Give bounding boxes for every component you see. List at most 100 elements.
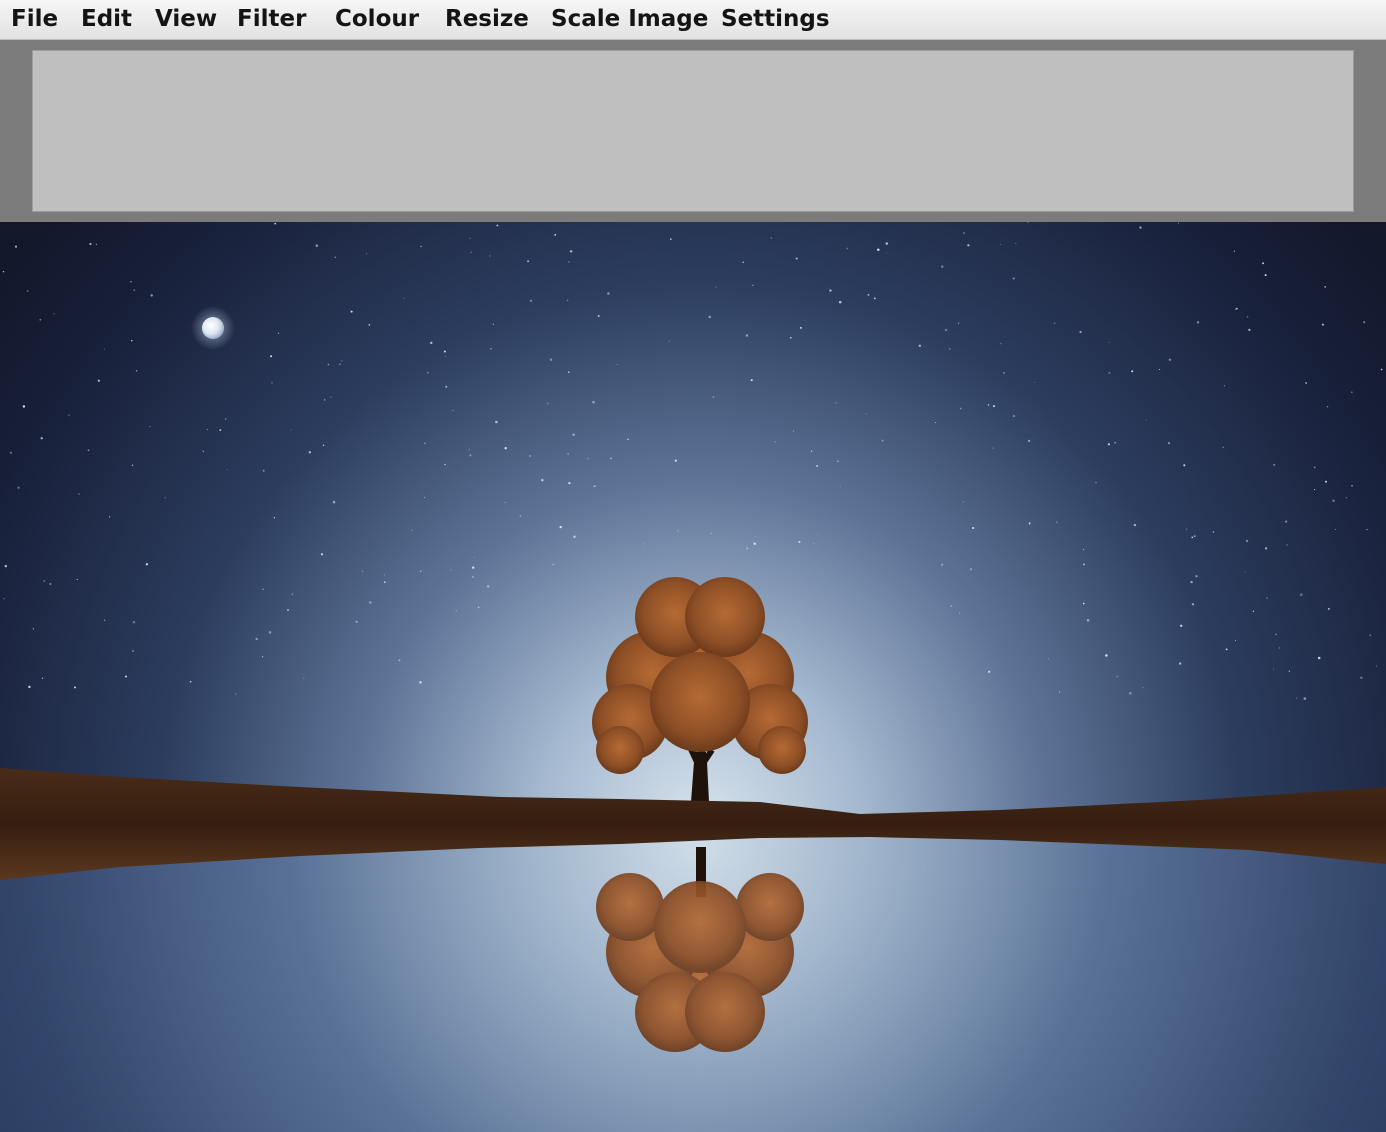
star	[798, 540, 801, 543]
star	[362, 570, 364, 572]
star	[770, 237, 772, 239]
star	[644, 543, 646, 545]
star	[1056, 521, 1058, 523]
menu-view[interactable]: View	[155, 5, 217, 33]
menu-edit[interactable]: Edit	[81, 5, 132, 33]
menu-settings[interactable]: Settings	[721, 5, 830, 33]
star	[339, 363, 341, 366]
star	[477, 606, 480, 609]
star	[1082, 548, 1085, 551]
star	[303, 677, 305, 679]
menu-colour[interactable]: Colour	[335, 5, 419, 33]
star	[549, 358, 553, 361]
star	[610, 457, 612, 460]
star	[816, 464, 819, 468]
star	[76, 578, 78, 580]
star	[712, 396, 715, 398]
star	[1317, 656, 1321, 660]
star	[1086, 619, 1090, 622]
star	[383, 574, 385, 576]
star	[39, 318, 42, 321]
star	[1266, 597, 1268, 599]
star	[1335, 529, 1336, 530]
star	[334, 256, 336, 259]
star	[1350, 391, 1353, 394]
star	[423, 496, 426, 499]
star	[262, 469, 265, 472]
star	[992, 447, 994, 449]
menu-resize[interactable]: Resize	[445, 5, 529, 33]
star	[368, 324, 371, 326]
star	[403, 298, 405, 299]
star	[471, 576, 474, 579]
star	[419, 681, 422, 684]
star	[1108, 342, 1110, 343]
star	[53, 313, 55, 315]
star	[567, 371, 570, 374]
star	[262, 588, 264, 590]
star	[1186, 528, 1188, 530]
star	[219, 429, 222, 432]
star	[1012, 414, 1016, 418]
star	[1351, 484, 1353, 487]
star	[150, 294, 153, 297]
star	[569, 250, 573, 253]
star	[1048, 658, 1049, 660]
star	[1246, 316, 1249, 318]
star	[73, 686, 77, 689]
star	[1286, 544, 1288, 546]
star	[1360, 676, 1363, 679]
star	[567, 453, 569, 455]
star	[1107, 443, 1110, 446]
star	[97, 379, 100, 382]
star	[573, 535, 576, 539]
star	[469, 237, 471, 240]
star	[1015, 242, 1017, 244]
star	[1193, 535, 1196, 538]
star	[14, 245, 18, 248]
star	[829, 289, 832, 292]
star	[547, 402, 549, 404]
star	[1273, 463, 1276, 466]
menu-scale-image[interactable]: Scale Image	[551, 5, 708, 33]
star	[1145, 419, 1147, 421]
star	[566, 299, 569, 302]
star	[958, 612, 961, 614]
star	[1027, 439, 1031, 443]
star	[1244, 571, 1246, 573]
star	[145, 563, 149, 566]
star	[877, 248, 880, 252]
star	[471, 566, 475, 569]
star	[1082, 602, 1085, 605]
star	[411, 529, 413, 531]
star	[1142, 687, 1144, 689]
star	[967, 244, 970, 247]
star	[4, 564, 8, 568]
star	[1222, 446, 1224, 448]
star	[355, 620, 358, 624]
star	[225, 418, 227, 420]
star	[444, 463, 446, 466]
star	[835, 402, 837, 404]
star	[799, 326, 802, 329]
star	[332, 500, 336, 504]
star	[452, 409, 454, 411]
star	[274, 222, 277, 225]
star	[1288, 670, 1290, 672]
star	[1236, 307, 1238, 310]
star	[277, 332, 280, 334]
star	[1108, 371, 1111, 375]
star	[810, 450, 813, 452]
star	[792, 430, 794, 432]
star	[1129, 692, 1132, 695]
star	[271, 382, 273, 384]
menu-filter[interactable]: Filter	[237, 5, 306, 33]
star	[846, 247, 849, 250]
star	[789, 336, 792, 339]
star	[674, 459, 677, 462]
star	[949, 348, 951, 350]
star	[1012, 277, 1015, 280]
star	[1191, 603, 1195, 606]
menu-file[interactable]: File	[11, 5, 58, 33]
image-canvas[interactable]	[0, 222, 1386, 1132]
